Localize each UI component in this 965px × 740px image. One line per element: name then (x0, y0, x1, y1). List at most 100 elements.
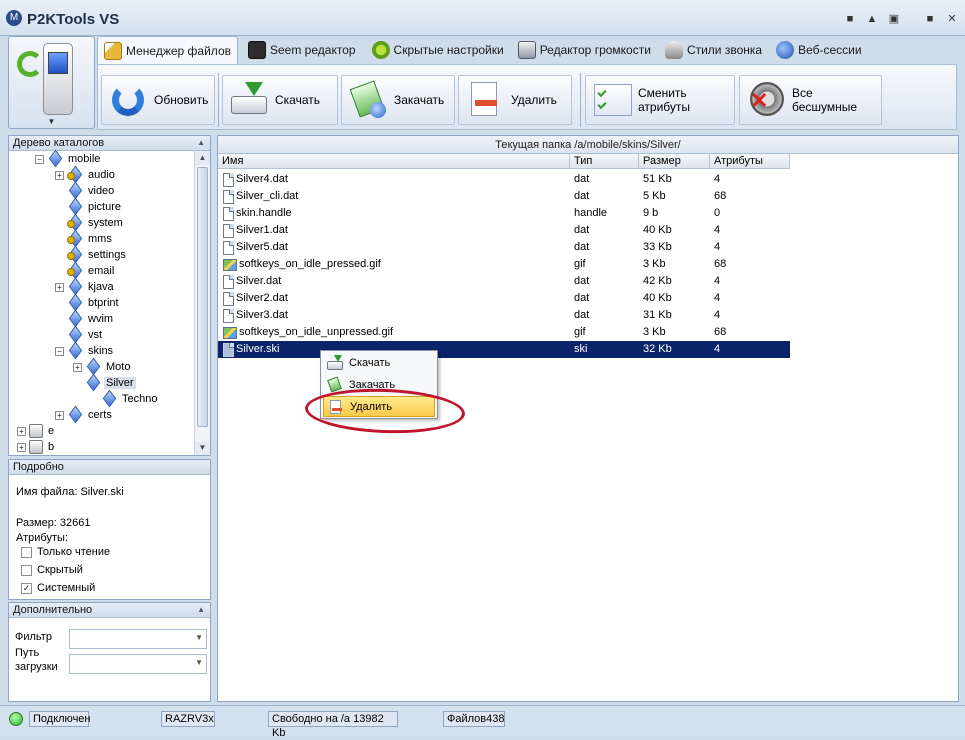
readonly-checkbox[interactable] (21, 546, 32, 558)
file-name: Silver1.dat (236, 224, 288, 236)
tree-item-email[interactable]: email (55, 261, 116, 280)
tree-item-certs[interactable]: + certs (55, 405, 114, 424)
app-menu-button[interactable]: ▼ (8, 36, 95, 129)
file-row[interactable]: softkeys_on_idle_pressed.gif gif 3 Kb 68 (218, 256, 790, 273)
tree-item-e[interactable]: + e (17, 423, 56, 439)
collapse-arrow-icon[interactable]: ▲ (197, 603, 205, 617)
file-row[interactable]: softkeys_on_idle_unpressed.gif gif 3 Kb 68 (218, 324, 790, 341)
tree-item-mobile[interactable]: − mobile (35, 149, 102, 168)
expand-icon[interactable]: + (55, 282, 64, 292)
seem-editor-icon (248, 41, 266, 59)
collapse-icon[interactable]: − (55, 346, 64, 356)
tab-file-manager[interactable]: Менеджер файлов (97, 36, 238, 64)
expand-icon[interactable]: + (17, 426, 26, 436)
expand-icon[interactable]: + (55, 170, 64, 180)
tree-item-label: mobile (68, 153, 101, 165)
hidden-checkbox-row[interactable]: Скрытый (21, 564, 83, 576)
tree-item-system[interactable]: system (55, 213, 125, 232)
image-file-icon (223, 326, 237, 339)
tab-hidden-settings[interactable]: Скрытые настройки (366, 36, 510, 64)
scroll-down-icon[interactable]: ▼ (195, 441, 210, 455)
delete-label: Удалить (511, 93, 557, 107)
expand-icon[interactable]: + (55, 410, 64, 420)
directory-tree-panel: Дерево каталогов ▲ − mobile + audio video pict… (8, 135, 211, 456)
tab-web-sessions[interactable]: Веб-сессии (770, 36, 868, 64)
hidden-settings-icon (371, 41, 390, 59)
tree-item-mms[interactable]: mms (55, 229, 114, 248)
close-button[interactable]: ✕ (945, 12, 959, 26)
file-name: Silver4.dat (236, 173, 288, 185)
tree-item-audio[interactable]: + audio (55, 165, 117, 184)
change-attributes-button[interactable]: Сменить атрибуты (585, 75, 735, 125)
column-header-size[interactable]: Размер (639, 154, 710, 168)
restore-button[interactable]: ▣ (887, 12, 901, 26)
expand-icon[interactable]: + (17, 442, 26, 452)
scroll-thumb[interactable] (197, 167, 208, 427)
upload-path-combo[interactable]: ▼ (69, 654, 207, 674)
tree-item-wvim[interactable]: wvim (55, 309, 115, 328)
context-download-item[interactable]: Скачать (323, 352, 435, 373)
context-upload-item[interactable]: Закачать (323, 374, 435, 395)
current-folder-path: Текущая папка /a/mobile/skins/Silver/ (218, 136, 958, 154)
upload-button[interactable]: Закачать (341, 75, 455, 125)
all-silent-button[interactable]: ✕ Все бесшумные (739, 75, 882, 125)
file-row[interactable]: Silver.dat dat 42 Kb 4 (218, 273, 790, 290)
sync-arrow-icon (17, 51, 43, 77)
tab-label: Менеджер файлов (126, 43, 231, 58)
tree-item-settings[interactable]: settings (55, 245, 128, 264)
tree-item-b[interactable]: + b (17, 439, 56, 455)
tree-item-btprint[interactable]: btprint (55, 293, 121, 312)
document-icon (223, 308, 234, 323)
tab-ring-styles[interactable]: Стили звонка (659, 36, 768, 64)
path-label-2: загрузки (15, 661, 58, 673)
system-checkbox-row[interactable]: ✓ Системный (21, 582, 95, 594)
delete-button[interactable]: Удалить (458, 75, 572, 125)
file-row[interactable]: skin.handle handle 9 b 0 (218, 205, 790, 222)
file-attributes: 68 (714, 258, 727, 270)
tree-item-silver[interactable]: Silver (73, 373, 136, 392)
tab-seem-editor[interactable]: Seem редактор (242, 36, 362, 64)
folder-icon (67, 341, 83, 360)
file-row[interactable]: Silver.ski ski 32 Kb 4 (218, 341, 790, 358)
filter-combo[interactable]: ▼ (69, 629, 207, 649)
tree-item-label: kjava (88, 281, 114, 293)
readonly-checkbox-row[interactable]: Только чтение (21, 546, 110, 558)
file-row[interactable]: Silver5.dat dat 33 Kb 4 (218, 239, 790, 256)
collapse-arrow-icon[interactable]: ▲ (197, 136, 205, 150)
download-button[interactable]: Скачать (222, 75, 338, 125)
folder-icon (67, 245, 83, 264)
download-icon (229, 80, 269, 120)
minimize-button[interactable]: ■ (923, 12, 937, 26)
refresh-button[interactable]: Обновить (101, 75, 215, 125)
tree-item-moto[interactable]: + Moto (73, 357, 132, 376)
tab-volume-editor[interactable]: Редактор громкости (512, 36, 657, 64)
scroll-up-icon[interactable]: ▲ (195, 151, 210, 165)
file-row[interactable]: Silver1.dat dat 40 Kb 4 (218, 222, 790, 239)
hidden-checkbox[interactable] (21, 564, 32, 576)
tree-item-techno[interactable]: Techno (89, 389, 159, 408)
collapse-ribbon-button[interactable]: ▲ (865, 12, 879, 26)
file-row[interactable]: Silver2.dat dat 40 Kb 4 (218, 290, 790, 307)
tree-item-label: wvim (88, 313, 114, 325)
column-header-name[interactable]: Имя (218, 154, 570, 168)
file-row[interactable]: Silver3.dat dat 31 Kb 4 (218, 307, 790, 324)
tree-item-vst[interactable]: vst (55, 325, 104, 344)
collapse-icon[interactable]: − (35, 154, 44, 164)
tree-scrollbar[interactable]: ▲ ▼ (194, 151, 210, 455)
column-header-attrs[interactable]: Атрибуты (710, 154, 790, 168)
column-header-type[interactable]: Тип (570, 154, 639, 168)
file-row[interactable]: Silver_cli.dat dat 5 Kb 68 (218, 188, 790, 205)
tree-item-picture[interactable]: picture (55, 197, 123, 216)
tree-item-kjava[interactable]: + kjava (55, 277, 116, 296)
context-delete-item[interactable]: Удалить (323, 396, 435, 417)
file-row[interactable]: Silver4.dat dat 51 Kb 4 (218, 171, 790, 188)
file-attributes: 4 (714, 275, 721, 287)
expand-icon[interactable]: + (73, 362, 82, 372)
system-checkbox[interactable]: ✓ (21, 582, 32, 594)
drive-icon (29, 440, 43, 454)
pin-button[interactable]: ■ (843, 12, 857, 26)
tree-item-video[interactable]: video (55, 181, 116, 200)
tree-item-skins[interactable]: − skins (55, 341, 115, 360)
folder-icon (101, 389, 117, 408)
file-type: dat (574, 292, 590, 304)
